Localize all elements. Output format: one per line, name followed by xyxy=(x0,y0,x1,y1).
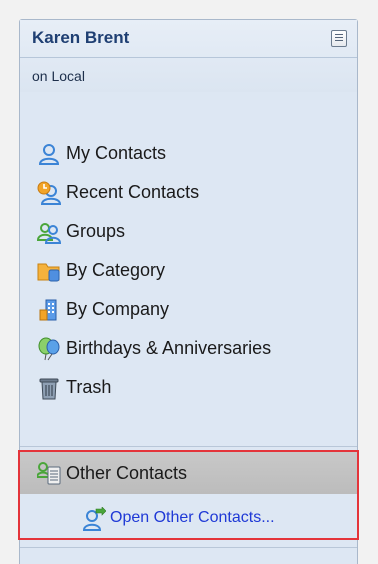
clock-person-icon xyxy=(37,181,61,205)
person-icon xyxy=(37,142,61,166)
nav-item-label: Recent Contacts xyxy=(66,182,200,202)
other-contacts-label: Other Contacts xyxy=(66,462,188,483)
nav-item-by-category[interactable]: By Category xyxy=(20,251,357,290)
user-name: Karen Brent xyxy=(32,28,130,47)
folder-icon xyxy=(37,259,61,283)
group-icon xyxy=(37,220,61,244)
other-contacts-section: Other Contacts Open Other Contacts... xyxy=(18,450,359,540)
nav-item-groups[interactable]: Groups xyxy=(20,212,357,251)
building-icon xyxy=(37,298,61,322)
location-label: on Local xyxy=(32,68,85,84)
section-divider xyxy=(20,446,357,447)
nav-item-trash[interactable]: Trash xyxy=(20,368,357,407)
open-other-contacts-label: Open Other Contacts... xyxy=(110,509,275,526)
balloon-icon xyxy=(37,337,61,361)
contacts-nav: My Contacts Recent Contacts Groups By Ca… xyxy=(20,134,357,407)
nav-item-my-contacts[interactable]: My Contacts xyxy=(20,134,357,173)
nav-item-recent-contacts[interactable]: Recent Contacts xyxy=(20,173,357,212)
other-contacts-header[interactable]: Other Contacts xyxy=(20,452,357,494)
nav-item-birthdays[interactable]: Birthdays & Anniversaries xyxy=(20,329,357,368)
bottom-divider xyxy=(20,547,357,548)
nav-item-label: Groups xyxy=(66,221,126,241)
nav-item-label: By Category xyxy=(66,260,166,280)
nav-item-by-company[interactable]: By Company xyxy=(20,290,357,329)
nav-item-label: My Contacts xyxy=(66,143,167,163)
contacts-book-icon xyxy=(37,461,61,485)
contacts-sidebar: Karen Brent on Local My Contacts Recent … xyxy=(18,19,359,564)
person-arrow-icon xyxy=(82,507,106,531)
account-header: Karen Brent on Local xyxy=(20,20,357,92)
trash-icon xyxy=(37,376,61,400)
open-other-contacts-link[interactable]: Open Other Contacts... xyxy=(82,504,275,532)
nav-item-label: By Company xyxy=(66,299,170,319)
page-menu-icon[interactable] xyxy=(331,30,347,47)
nav-item-label: Birthdays & Anniversaries xyxy=(66,338,272,358)
header-divider xyxy=(20,57,357,58)
nav-item-label: Trash xyxy=(66,377,112,397)
